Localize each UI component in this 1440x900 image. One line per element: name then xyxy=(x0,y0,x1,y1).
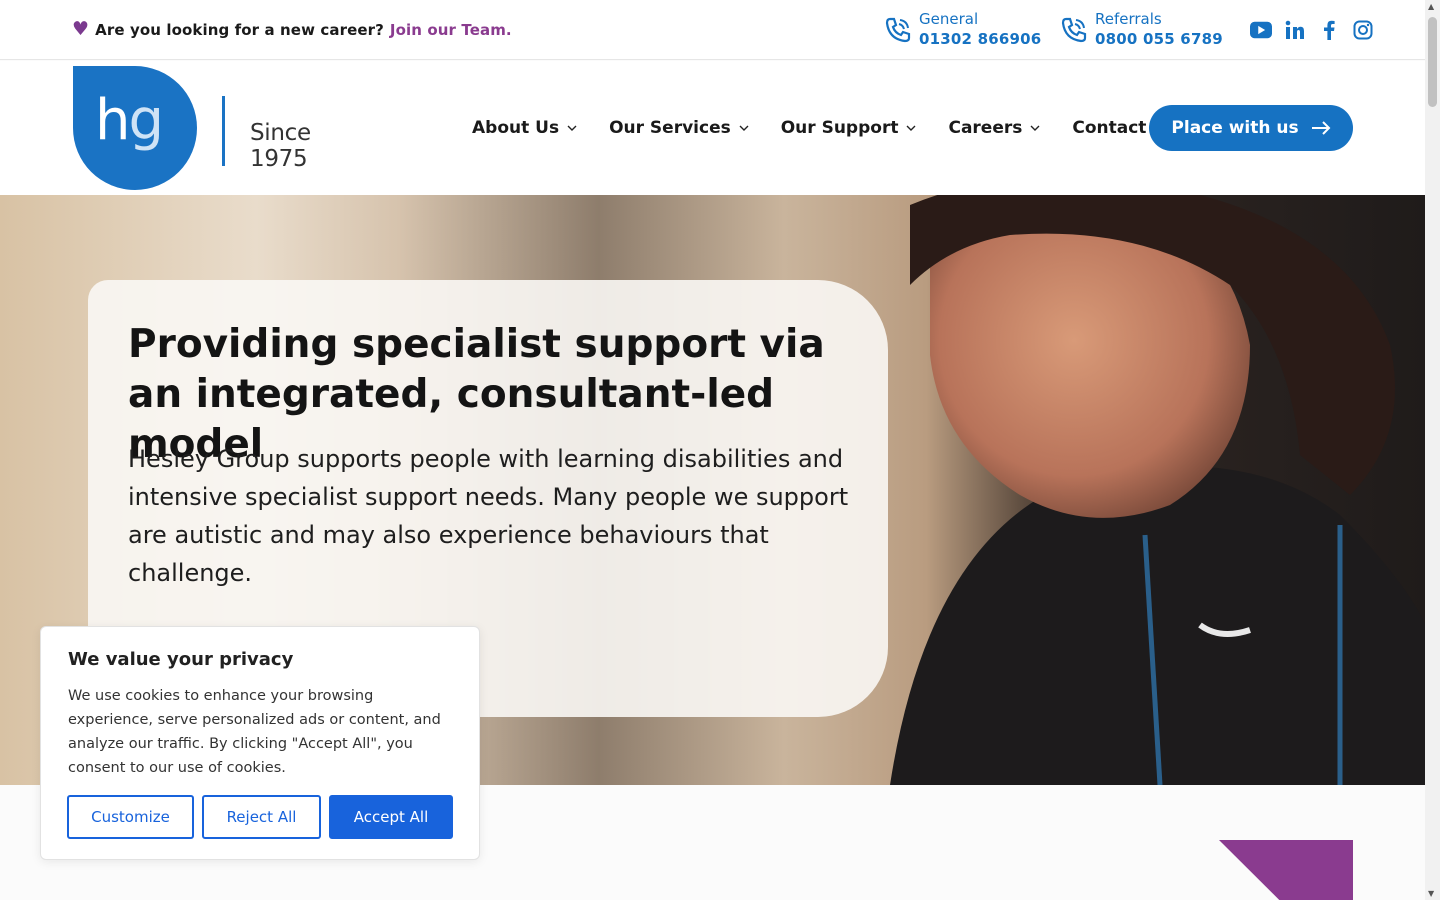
chevron-down-icon xyxy=(1030,125,1040,131)
scrollbar-thumb[interactable] xyxy=(1428,17,1437,107)
career-banner: ♥ Are you looking for a new career? Join… xyxy=(72,20,512,39)
phone-label: General xyxy=(919,10,979,28)
scroll-up-icon[interactable]: ▲ xyxy=(1428,2,1434,11)
phone-label: Referrals xyxy=(1095,10,1162,28)
logo[interactable]: hg Since 1975 xyxy=(73,66,363,190)
decorative-shape xyxy=(1219,840,1353,900)
arrow-right-icon xyxy=(1311,121,1331,135)
chevron-down-icon xyxy=(567,125,577,131)
youtube-icon[interactable] xyxy=(1250,18,1272,42)
logo-text: hg xyxy=(95,88,165,153)
place-with-us-button[interactable]: Place with us xyxy=(1149,105,1353,151)
accept-all-button[interactable]: Accept All xyxy=(329,795,453,839)
phone-general[interactable]: General 01302 866906 xyxy=(883,10,1041,49)
main-nav: About Us Our Services Our Support Career… xyxy=(472,118,1208,138)
top-bar: ♥ Are you looking for a new career? Join… xyxy=(0,0,1425,60)
linkedin-icon[interactable] xyxy=(1284,18,1306,42)
chevron-down-icon xyxy=(906,125,916,131)
logo-divider xyxy=(222,96,225,166)
instagram-icon[interactable] xyxy=(1352,18,1374,42)
cookie-consent-banner: We value your privacy We use cookies to … xyxy=(40,626,480,860)
logo-since: Since 1975 xyxy=(250,120,311,172)
logo-mark: hg xyxy=(73,66,197,190)
phone-icon xyxy=(885,17,911,42)
nav-item-our-services[interactable]: Our Services xyxy=(609,118,749,138)
cta-label: Place with us xyxy=(1171,118,1299,138)
scrollbar[interactable]: ▲ ▼ xyxy=(1425,0,1440,900)
phone-number: 01302 866906 xyxy=(919,30,1042,48)
phone-icon xyxy=(1061,17,1087,42)
cookie-title: We value your privacy xyxy=(68,649,294,670)
reject-all-button[interactable]: Reject All xyxy=(202,795,321,839)
site-header: hg Since 1975 About Us Our Services Our … xyxy=(0,61,1425,195)
nav-item-our-support[interactable]: Our Support xyxy=(781,118,917,138)
cookie-text: We use cookies to enhance your browsing … xyxy=(68,688,441,776)
phone-referrals[interactable]: Referrals 0800 055 6789 xyxy=(1059,10,1223,49)
career-text: Are you looking for a new career? xyxy=(95,20,384,39)
logo-letter-g: g xyxy=(128,88,165,153)
nav-item-about-us[interactable]: About Us xyxy=(472,118,577,138)
nav-label: Our Support xyxy=(780,118,899,138)
nav-item-careers[interactable]: Careers xyxy=(948,118,1040,138)
chevron-down-icon xyxy=(739,125,749,131)
social-links xyxy=(1250,18,1374,42)
nav-label: About Us xyxy=(472,118,560,138)
hero-photo xyxy=(890,195,1425,785)
scroll-down-icon[interactable]: ▼ xyxy=(1428,889,1434,898)
phone-number: 0800 055 6789 xyxy=(1095,30,1223,48)
nav-label: Our Services xyxy=(609,118,731,138)
facebook-icon[interactable] xyxy=(1318,18,1340,42)
heart-icon: ♥ xyxy=(72,18,90,40)
hero-description: Hesley Group supports people with learni… xyxy=(128,445,849,587)
nav-label: Careers xyxy=(948,118,1023,138)
join-team-link[interactable]: Join our Team. xyxy=(390,21,512,39)
customize-button[interactable]: Customize xyxy=(67,795,194,839)
